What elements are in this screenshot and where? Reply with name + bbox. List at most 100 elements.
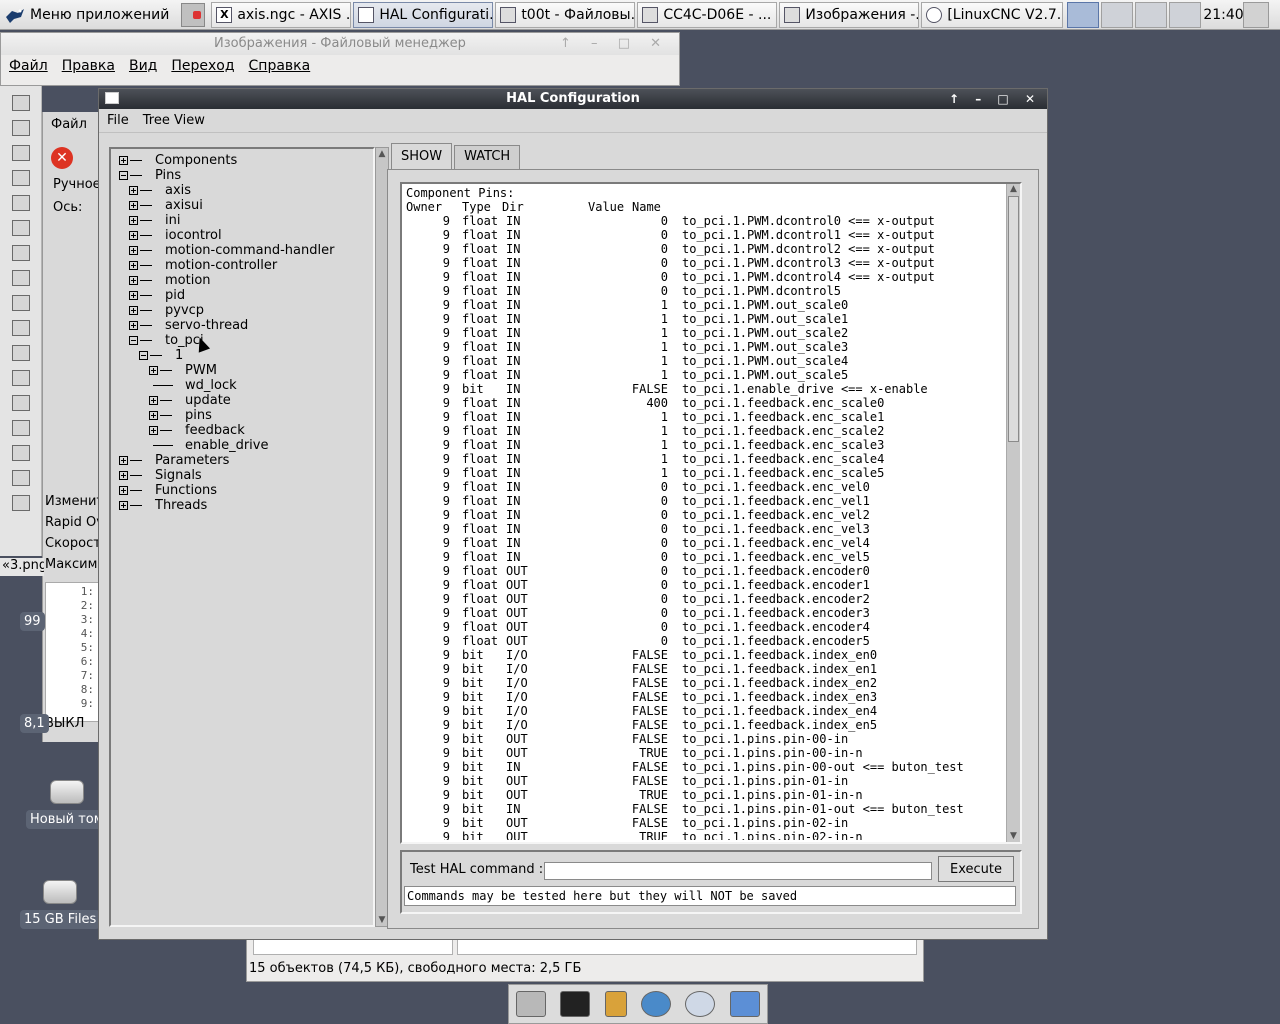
estop-icon[interactable]: ✕ xyxy=(51,147,73,169)
tree-node-components[interactable]: Components xyxy=(155,153,237,168)
tab-show[interactable]: SHOW xyxy=(391,143,453,169)
desktop-icon-15gb[interactable]: 15 GB Files xyxy=(20,880,101,929)
tree-node-pins[interactable]: pins xyxy=(185,408,212,423)
tree-node-threads[interactable]: Threads xyxy=(155,498,207,513)
desktop-icon[interactable] xyxy=(12,120,30,136)
expand-icon[interactable] xyxy=(129,186,138,195)
tree-node-motion[interactable]: motion xyxy=(165,273,211,288)
tree-node-ini[interactable]: ini xyxy=(165,213,180,228)
file-cabinet-icon[interactable] xyxy=(604,991,627,1017)
tree-node-functions[interactable]: Functions xyxy=(155,483,217,498)
tree-node-pins[interactable]: Pins xyxy=(155,168,181,183)
tree-node-signals[interactable]: Signals xyxy=(155,468,202,483)
expand-icon[interactable] xyxy=(119,456,128,465)
tree-node-enable-drive[interactable]: enable_drive xyxy=(185,438,268,453)
expand-icon[interactable] xyxy=(119,471,128,480)
hal-menu-file[interactable]: File xyxy=(107,113,129,128)
folder-icon[interactable] xyxy=(12,395,30,411)
globe-icon[interactable] xyxy=(641,991,672,1017)
scroll-thumb[interactable] xyxy=(1008,196,1019,442)
window-menu-icon[interactable] xyxy=(105,92,119,104)
tree-node-pid[interactable]: pid xyxy=(165,288,185,303)
tab-watch[interactable]: WATCH xyxy=(454,145,521,169)
tree-node-pyvcp[interactable]: pyvcp xyxy=(165,303,204,318)
network-icon[interactable] xyxy=(12,195,30,211)
expand-icon[interactable] xyxy=(129,276,138,285)
task-file-manager-t00t[interactable]: t00t - Файловы... xyxy=(495,1,636,28)
tree-node-update[interactable]: update xyxy=(185,393,231,408)
expand-icon[interactable] xyxy=(149,396,158,405)
tree-node-parameters[interactable]: Parameters xyxy=(155,453,229,468)
expand-icon[interactable] xyxy=(129,201,138,210)
clock[interactable]: 21:40 xyxy=(1203,7,1243,23)
drive-icon[interactable] xyxy=(12,245,30,261)
music-folder-icon[interactable] xyxy=(12,445,30,461)
workspace-3[interactable] xyxy=(1135,1,1168,28)
scroll-down-icon[interactable]: ▼ xyxy=(1008,831,1019,842)
workspace-2[interactable] xyxy=(1101,1,1134,28)
file-tab[interactable]: «3.png xyxy=(0,558,44,576)
scroll-up-icon[interactable]: ▲ xyxy=(377,149,387,159)
hal-titlebar[interactable]: HAL Configuration ↑ – □ ✕ xyxy=(99,89,1047,109)
expand-icon[interactable] xyxy=(119,501,128,510)
workspace-1[interactable] xyxy=(1067,1,1100,28)
tree-node-feedback[interactable]: feedback xyxy=(185,423,245,438)
hal-tree-view[interactable]: Components Pins axis axisui ini iocontrol moti… xyxy=(109,147,375,927)
tree-node-axisui[interactable]: axisui xyxy=(165,198,203,213)
drive-icon[interactable] xyxy=(12,295,30,311)
scroll-up-icon[interactable]: ▲ xyxy=(1008,184,1019,195)
fm-menu-go[interactable]: Переход xyxy=(171,58,234,74)
panel-action-icon[interactable] xyxy=(1243,1,1270,28)
output-scrollbar[interactable]: ▲ ▼ xyxy=(1006,184,1020,842)
expand-icon[interactable] xyxy=(119,156,128,165)
expand-icon[interactable] xyxy=(129,261,138,270)
tree-node-iocontrol[interactable]: iocontrol xyxy=(165,228,222,243)
search-icon[interactable] xyxy=(685,991,716,1017)
fm-menu-view[interactable]: Вид xyxy=(129,58,157,74)
pictures-folder-icon[interactable] xyxy=(12,470,30,486)
task-images[interactable]: Изображения -... xyxy=(779,1,920,28)
hal-window-controls[interactable]: ↑ – □ ✕ xyxy=(949,89,1041,109)
drive-icon[interactable] xyxy=(12,320,30,336)
fm-menu-file[interactable]: Файл xyxy=(9,58,48,74)
documents-folder-icon[interactable] xyxy=(12,495,30,511)
drive-icon[interactable] xyxy=(12,345,30,361)
expand-icon[interactable] xyxy=(129,306,138,315)
drive-icon[interactable] xyxy=(12,270,30,286)
drive-icon[interactable] xyxy=(12,220,30,236)
expand-icon[interactable] xyxy=(129,216,138,225)
tree-node-wd-lock[interactable]: wd_lock xyxy=(185,378,237,393)
expand-icon[interactable] xyxy=(129,246,138,255)
fm-menu-edit[interactable]: Правка xyxy=(62,58,115,74)
expand-icon[interactable] xyxy=(129,321,138,330)
drive-icon[interactable] xyxy=(12,370,30,386)
folder-icon[interactable] xyxy=(729,991,760,1017)
task-linuxcnc[interactable]: [LinuxCNC V2.7... xyxy=(921,1,1064,28)
task-axis[interactable]: X axis.ngc - AXIS ... xyxy=(211,1,352,28)
desktop-icon-new-volume[interactable]: Новый том xyxy=(26,780,108,829)
tree-node-motion-controller[interactable]: motion-controller xyxy=(165,258,277,273)
drive-icon[interactable] xyxy=(516,991,547,1017)
expand-icon[interactable] xyxy=(129,291,138,300)
tree-node-axis[interactable]: axis xyxy=(165,183,191,198)
test-command-input[interactable] xyxy=(544,862,932,880)
trash-icon[interactable] xyxy=(12,145,30,161)
workspace-4[interactable] xyxy=(1169,1,1202,28)
logout-launcher-icon[interactable] xyxy=(181,2,206,27)
tree-node-motion-command-handler[interactable]: motion-command-handler xyxy=(165,243,334,258)
hal-menu-tree-view[interactable]: Tree View xyxy=(143,113,205,128)
expand-icon[interactable] xyxy=(129,231,138,240)
collapse-icon[interactable] xyxy=(129,336,138,345)
manual-tab[interactable]: Ручное xyxy=(53,177,101,192)
task-hal-configuration[interactable]: HAL Configurati... xyxy=(353,1,494,28)
expand-icon[interactable] xyxy=(119,486,128,495)
tree-node-servo-thread[interactable]: servo-thread xyxy=(165,318,248,333)
pin-output-area[interactable]: Component Pins: Owner Type Dir Value Nam… xyxy=(400,182,1022,844)
terminal-icon[interactable] xyxy=(560,991,591,1017)
task-cc4c[interactable]: CC4C-D06E - ... xyxy=(637,1,778,28)
folder-icon[interactable] xyxy=(12,420,30,436)
file-manager-titlebar[interactable]: Изображения - Файловый менеджер ↑ – □ ✕ xyxy=(1,33,679,55)
expand-icon[interactable] xyxy=(149,426,158,435)
tree-node-1[interactable]: 1 xyxy=(175,348,183,363)
execute-button[interactable]: Execute xyxy=(938,856,1014,882)
